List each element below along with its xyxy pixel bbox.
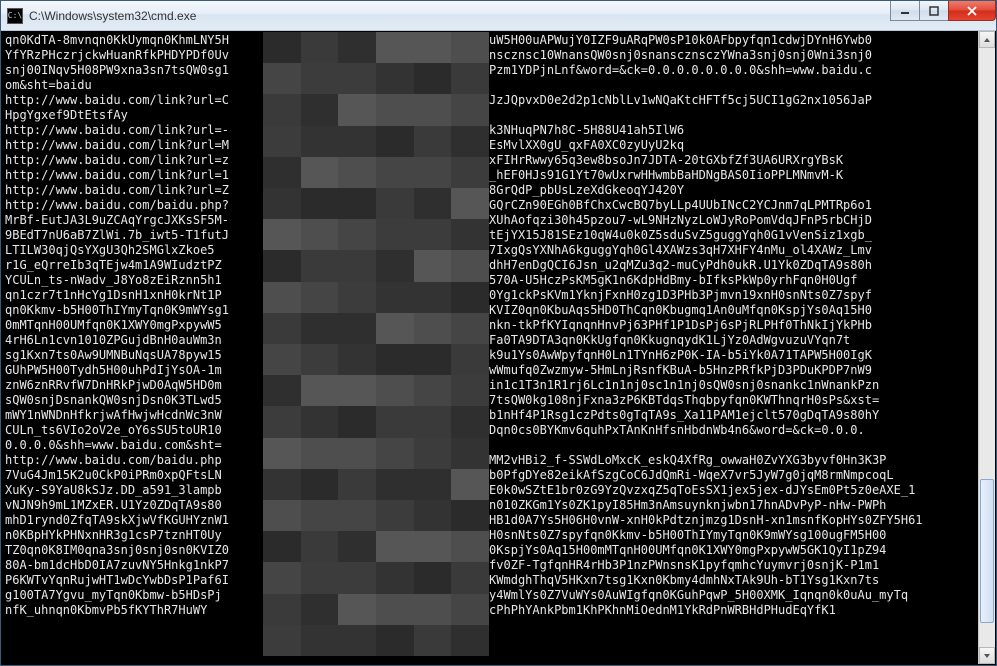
- maximize-button[interactable]: [919, 1, 949, 21]
- close-button[interactable]: [948, 1, 996, 21]
- scroll-up-button[interactable]: [979, 31, 995, 48]
- window-title: C:\Windows\system32\cmd.exe: [29, 9, 196, 23]
- scroll-track[interactable]: [979, 48, 995, 647]
- console-output[interactable]: qn0KdTA-8mvnqn0KkUymqn0KhmLNY5H 5HD0UAuW…: [1, 31, 996, 665]
- vertical-scrollbar[interactable]: [978, 31, 995, 664]
- cmd-icon: C:\: [7, 8, 23, 24]
- titlebar[interactable]: C:\ C:\Windows\system32\cmd.exe: [1, 1, 996, 31]
- window-controls: [891, 1, 996, 21]
- cmd-window: C:\ C:\Windows\system32\cmd.exe qn0KdTA-…: [0, 0, 997, 666]
- scroll-down-button[interactable]: [979, 647, 995, 664]
- scroll-thumb[interactable]: [980, 479, 994, 623]
- minimize-button[interactable]: [890, 1, 920, 21]
